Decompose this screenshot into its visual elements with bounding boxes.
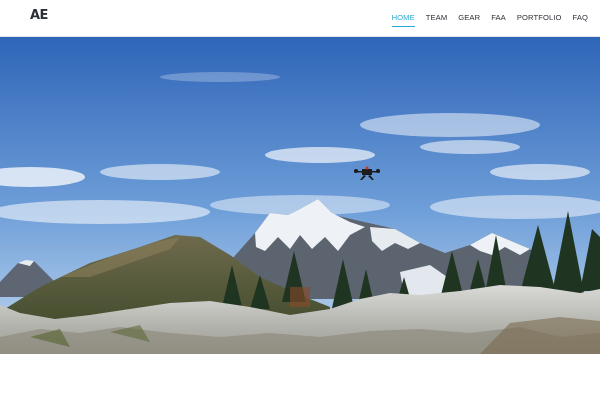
page-content-area — [0, 354, 600, 400]
nav-item-gear[interactable]: GEAR — [458, 13, 480, 27]
nav-item-faa[interactable]: FAA — [491, 13, 506, 27]
main-nav: HOME TEAM GEAR FAA PORTFOLIO FAQ — [391, 13, 589, 27]
hero-image — [0, 37, 600, 354]
nav-item-home[interactable]: HOME — [391, 13, 415, 27]
nav-item-portfolio[interactable]: PORTFOLIO — [517, 13, 562, 27]
nav-item-faq[interactable]: FAQ — [573, 13, 589, 27]
site-logo[interactable]: AE — [30, 8, 48, 23]
site-header: AE HOME TEAM GEAR FAA PORTFOLIO FAQ — [0, 0, 600, 37]
hero-banner — [0, 37, 600, 354]
nav-item-team[interactable]: TEAM — [426, 13, 448, 27]
